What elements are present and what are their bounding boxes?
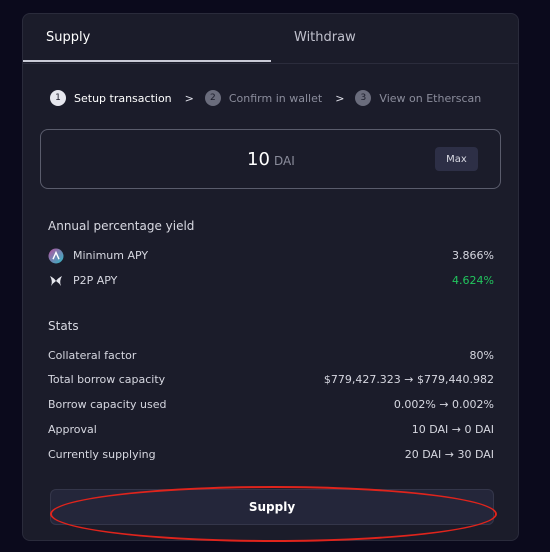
step-number: 2	[204, 90, 221, 106]
active-tab-indicator	[23, 60, 271, 62]
step-number: 3	[355, 90, 372, 106]
step-number: 1	[50, 90, 66, 106]
apy-label: P2P APY	[73, 274, 118, 287]
stat-value: 20 DAI → 30 DAI	[404, 448, 494, 461]
amount-value[interactable]: 10	[247, 149, 270, 170]
tab-bar: Supply Withdraw	[23, 14, 518, 64]
amount-input[interactable]: 10 DAI Max	[40, 129, 501, 189]
stat-value: 80%	[469, 349, 494, 362]
transaction-steps: 1 Setup transaction > 2 Confirm in walle…	[50, 89, 481, 107]
apy-row-p2p: P2P APY 4.624%	[48, 274, 494, 290]
stats-row: Collateral factor 80%	[48, 349, 494, 365]
tab-supply[interactable]: Supply	[46, 30, 90, 45]
chevron-right-icon: >	[335, 91, 345, 105]
stat-value: 0.002% → 0.002%	[393, 398, 494, 411]
stats-row: Borrow capacity used 0.002% → 0.002%	[48, 398, 494, 414]
step-setup: 1 Setup transaction	[50, 90, 172, 106]
tab-withdraw[interactable]: Withdraw	[294, 30, 356, 45]
apy-section-title: Annual percentage yield	[48, 219, 195, 233]
stat-label: Total borrow capacity	[48, 373, 166, 386]
stat-value: 10 DAI → 0 DAI	[411, 423, 494, 436]
aave-icon	[48, 248, 64, 264]
stats-row: Approval 10 DAI → 0 DAI	[48, 423, 494, 439]
apy-value: 4.624%	[452, 274, 494, 287]
apy-label: Minimum APY	[73, 249, 149, 262]
stats-row: Total borrow capacity $779,427.323 → $77…	[48, 373, 494, 389]
max-button[interactable]: Max	[435, 147, 478, 171]
stats-section-title: Stats	[48, 319, 79, 333]
apy-value: 3.866%	[452, 249, 494, 262]
step-label: Setup transaction	[74, 91, 172, 105]
morpho-butterfly-icon	[48, 273, 64, 289]
supply-card: Supply Withdraw 1 Setup transaction > 2 …	[22, 13, 519, 541]
amount-unit: DAI	[274, 154, 295, 168]
stat-label: Approval	[48, 423, 97, 436]
step-label: Confirm in wallet	[228, 91, 323, 105]
stats-row: Currently supplying 20 DAI → 30 DAI	[48, 448, 494, 464]
step-label: View on Etherscan	[379, 91, 482, 105]
step-etherscan: 3 View on Etherscan	[355, 90, 481, 106]
step-confirm: 2 Confirm in wallet	[204, 90, 323, 106]
stat-label: Borrow capacity used	[48, 398, 167, 411]
chevron-right-icon: >	[184, 91, 194, 105]
stat-value: $779,427.323 → $779,440.982	[323, 373, 494, 386]
supply-button[interactable]: Supply	[50, 489, 494, 525]
apy-row-minimum: Minimum APY 3.866%	[48, 248, 494, 265]
stat-label: Collateral factor	[48, 349, 137, 362]
stat-label: Currently supplying	[48, 448, 156, 461]
